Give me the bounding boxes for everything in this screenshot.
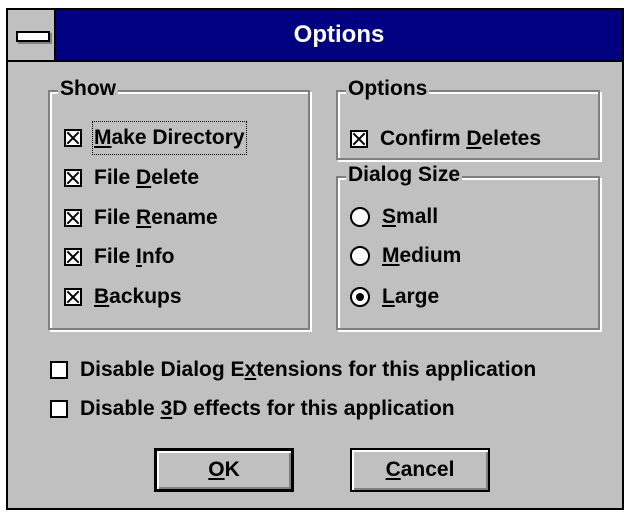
disable-extensions-checkbox[interactable]: Disable Dialog Extensions for this appli…: [50, 355, 536, 385]
confirm-deletes-label: Confirm Deletes: [380, 127, 542, 150]
radio-button[interactable]: [350, 207, 370, 227]
options-dialog: Options Show Make Directory File Delete …: [6, 8, 624, 510]
large-label: Large: [382, 285, 440, 308]
disable-extensions-label: Disable Dialog Extensions for this appli…: [80, 358, 537, 381]
system-menu-icon: [16, 31, 50, 42]
system-menu-button[interactable]: [8, 10, 56, 60]
radio-button[interactable]: [350, 246, 370, 266]
window-title: Options: [293, 21, 385, 48]
disable-3d-label: Disable 3D effects for this application: [80, 397, 455, 420]
medium-radio[interactable]: Medium: [350, 241, 461, 271]
checkbox-box[interactable]: [64, 288, 82, 306]
show-group-label: Show: [58, 76, 118, 102]
checkbox-box[interactable]: [50, 400, 68, 418]
checkbox-box[interactable]: [64, 248, 82, 266]
confirm-deletes-checkbox[interactable]: Confirm Deletes: [350, 124, 541, 154]
checkbox-box[interactable]: [350, 130, 368, 148]
checkbox-box[interactable]: [64, 169, 82, 187]
cancel-button[interactable]: Cancel: [350, 448, 490, 492]
checkbox-box[interactable]: [50, 361, 68, 379]
large-radio[interactable]: Large: [350, 282, 439, 312]
make-directory-checkbox[interactable]: Make Directory: [64, 121, 247, 155]
medium-label: Medium: [382, 244, 462, 267]
backups-label: Backups: [94, 285, 182, 308]
checkbox-box[interactable]: [64, 129, 82, 147]
file-delete-checkbox[interactable]: File Delete: [64, 163, 199, 193]
file-delete-label: File Delete: [94, 166, 200, 189]
dialog-size-group-label: Dialog Size: [346, 162, 463, 188]
checkbox-box[interactable]: [64, 209, 82, 227]
make-directory-label: Make Directory: [92, 121, 247, 155]
file-info-label: File Info: [94, 245, 175, 268]
file-rename-label: File Rename: [94, 206, 218, 229]
file-info-checkbox[interactable]: File Info: [64, 242, 175, 272]
ok-button[interactable]: OK: [154, 448, 294, 492]
radio-button[interactable]: [350, 287, 370, 307]
disable-3d-checkbox[interactable]: Disable 3D effects for this application: [50, 394, 455, 424]
title-bar: Options: [8, 10, 622, 62]
options-group-label: Options: [346, 76, 430, 102]
small-label: Small: [382, 205, 439, 228]
file-rename-checkbox[interactable]: File Rename: [64, 203, 218, 233]
small-radio[interactable]: Small: [350, 202, 438, 232]
backups-checkbox[interactable]: Backups: [64, 282, 182, 312]
